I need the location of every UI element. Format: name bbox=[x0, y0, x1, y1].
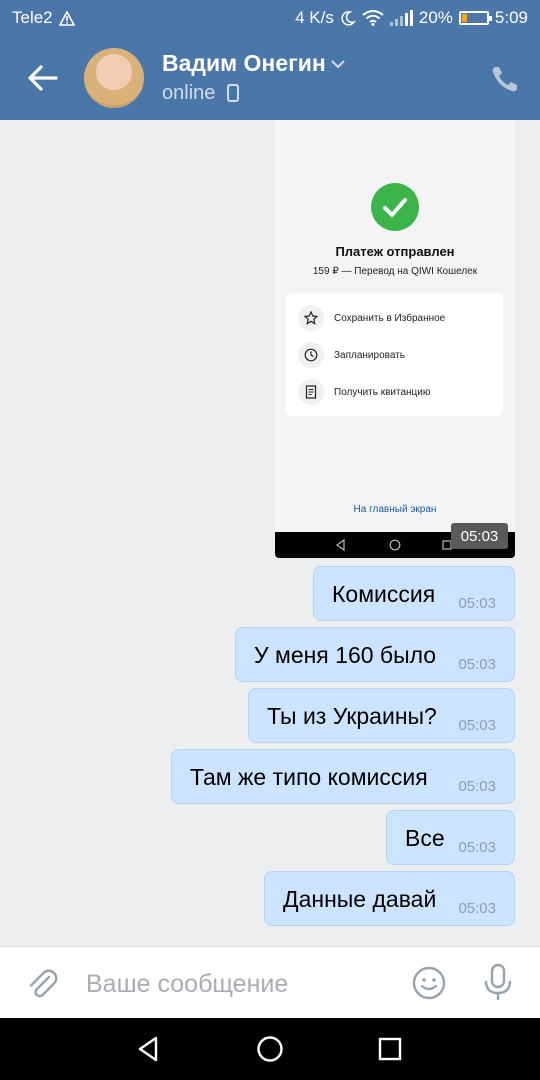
message-text: Данные давай bbox=[283, 886, 437, 912]
action-label: Получить квитанцию bbox=[334, 386, 431, 398]
action-label: Сохранить в Избранное bbox=[334, 312, 446, 324]
back-arrow-icon[interactable] bbox=[26, 60, 60, 96]
moon-icon bbox=[341, 11, 356, 26]
network-speed: 4 K/s bbox=[295, 8, 334, 27]
wifi-icon bbox=[362, 10, 384, 26]
message-input[interactable] bbox=[86, 967, 386, 1001]
payment-actions-card: Сохранить в Избранное Запланировать Полу… bbox=[286, 293, 503, 416]
message-text: У меня 160 было bbox=[254, 642, 437, 668]
action-save-favorites: Сохранить в Избранное bbox=[298, 305, 445, 331]
message-time: 05:03 bbox=[458, 839, 496, 856]
system-home-icon[interactable] bbox=[256, 1035, 284, 1063]
warning-icon bbox=[58, 10, 75, 26]
message-time: 05:03 bbox=[458, 900, 496, 917]
action-schedule: Запланировать bbox=[298, 342, 405, 368]
message-bubble[interactable]: Ты из Украины? 05:03 bbox=[248, 688, 515, 743]
signal-icon bbox=[389, 10, 413, 26]
carrier-label: Tele2 bbox=[12, 8, 53, 27]
system-nav-bar bbox=[0, 1018, 540, 1080]
home-screen-link: На главный экран bbox=[353, 504, 437, 515]
message-bubble[interactable]: Там же типо комиссия 05:03 bbox=[171, 749, 515, 804]
message-text: Все bbox=[405, 825, 445, 851]
system-recent-apps-icon[interactable] bbox=[378, 1037, 402, 1061]
payment-subtitle: 159 ₽ — Перевод на QIWI Кошелек bbox=[312, 266, 478, 277]
message-text: Комиссия bbox=[332, 581, 436, 607]
paperclip-icon[interactable] bbox=[24, 965, 60, 1001]
action-receipt: Получить квитанцию bbox=[298, 379, 430, 405]
receipt-icon bbox=[298, 379, 324, 405]
action-label: Запланировать bbox=[334, 349, 405, 361]
message-bubble[interactable]: Все 05:03 bbox=[386, 810, 515, 865]
microphone-icon[interactable] bbox=[481, 963, 515, 1003]
attachment-time: 05:03 bbox=[451, 523, 508, 549]
message-bubble[interactable]: Комиссия 05:03 bbox=[313, 566, 515, 621]
message-time: 05:03 bbox=[458, 717, 496, 734]
message-time: 05:03 bbox=[458, 778, 496, 795]
phone-call-icon[interactable] bbox=[490, 64, 520, 94]
chevron-down-icon[interactable] bbox=[330, 58, 346, 70]
nav-home-icon bbox=[389, 539, 401, 551]
avatar[interactable] bbox=[84, 48, 144, 108]
message-bubble[interactable]: Данные давай 05:03 bbox=[264, 871, 515, 926]
message-text: Там же типо комиссия bbox=[190, 764, 428, 790]
message-time: 05:03 bbox=[458, 656, 496, 673]
battery-percent: 20% bbox=[418, 8, 453, 27]
payment-title: Платеж отправлен bbox=[335, 244, 455, 259]
contact-name[interactable]: Вадим Онегин bbox=[162, 50, 326, 77]
nav-back-icon bbox=[335, 539, 345, 551]
clock: 5:09 bbox=[494, 8, 528, 27]
system-back-icon[interactable] bbox=[136, 1036, 162, 1062]
mobile-device-icon bbox=[227, 84, 239, 102]
success-check-icon bbox=[371, 183, 419, 231]
emoji-icon[interactable] bbox=[411, 965, 447, 1001]
message-time: 05:03 bbox=[458, 595, 496, 612]
message-input-bar bbox=[0, 946, 540, 1018]
chat-header: Вадим Онегин online bbox=[0, 36, 540, 120]
message-bubble[interactable]: У меня 160 было 05:03 bbox=[235, 627, 515, 682]
status-bar: Tele2 4 K/s 20% 5:09 bbox=[0, 0, 540, 36]
battery-icon bbox=[458, 11, 492, 25]
star-icon bbox=[298, 305, 324, 331]
image-attachment[interactable]: Платеж отправлен 159 ₽ — Перевод на QIWI… bbox=[275, 120, 515, 558]
clock-icon bbox=[298, 342, 324, 368]
battery-level bbox=[461, 14, 467, 22]
contact-status: online bbox=[162, 82, 216, 104]
message-text: Ты из Украины? bbox=[267, 703, 437, 729]
